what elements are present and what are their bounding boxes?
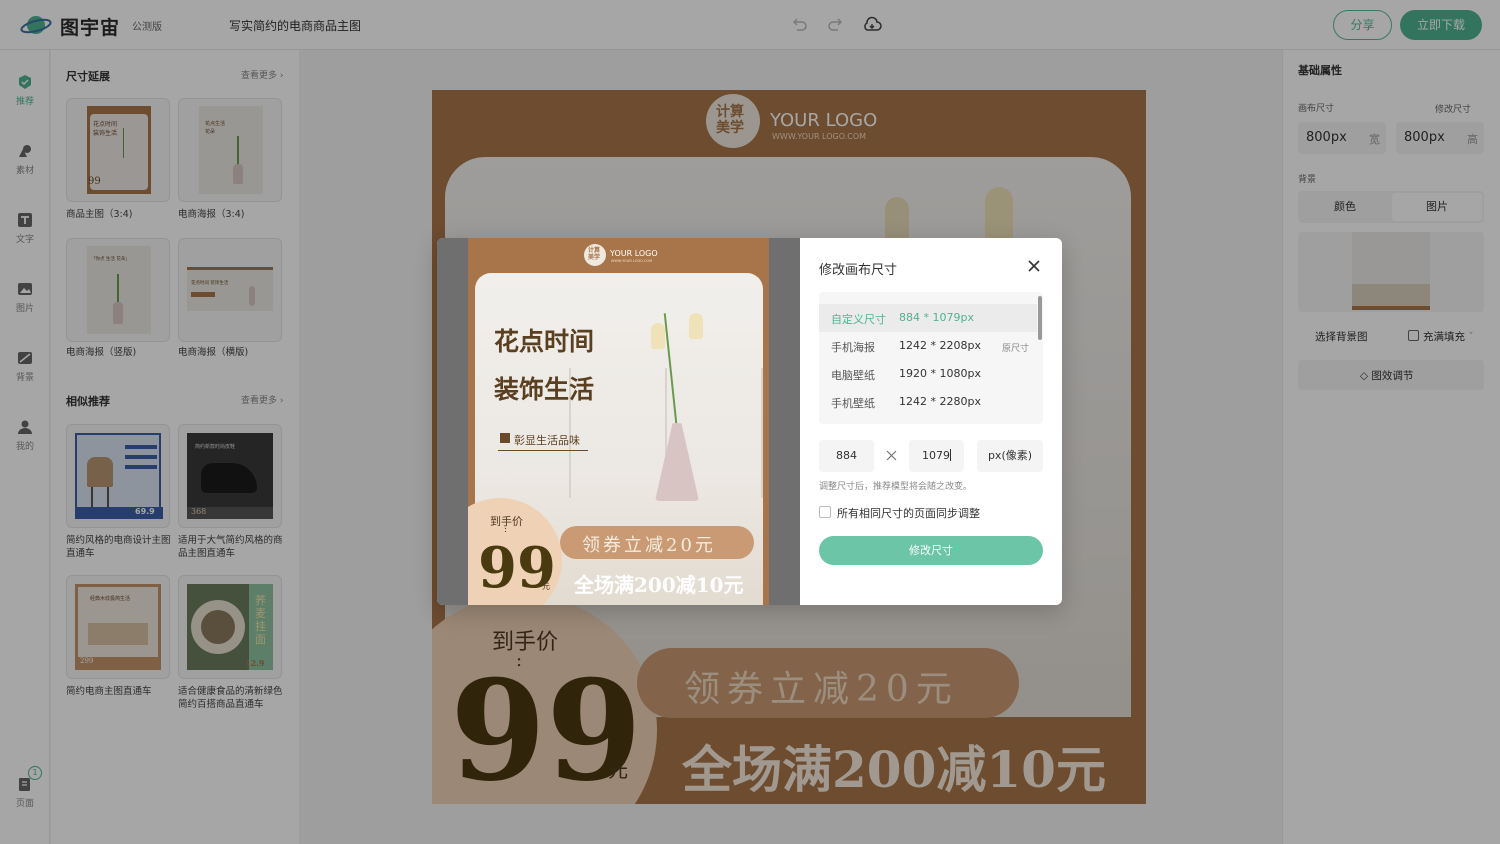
multiply-icon	[886, 450, 897, 461]
close-icon[interactable]	[1027, 259, 1041, 273]
tagline-underline	[498, 450, 588, 451]
size-option-name: 自定义尺寸	[831, 313, 886, 326]
preview-logo-badge: 计算 美学	[584, 244, 606, 266]
size-option-desktop-wallpaper[interactable]: 电脑壁纸 1920 * 1080px	[819, 360, 1037, 388]
resize-preview: 计算 美学 YOUR LOGO WWW.YOUR LOGO.COM 花点时间 装…	[468, 238, 769, 605]
size-option-name: 手机壁纸	[831, 397, 875, 410]
size-option-dims: 1242 * 2280px	[899, 395, 981, 408]
apply-resize-button[interactable]: 修改尺寸	[819, 536, 1043, 565]
preview-headline-2: 装饰生活	[494, 375, 595, 404]
sync-checkbox[interactable]	[819, 506, 831, 518]
size-option-dims: 1242 * 2208px	[899, 339, 981, 352]
size-option-dims: 1920 * 1080px	[899, 367, 981, 380]
preview-headline-1: 花点时间	[494, 327, 595, 356]
size-option-custom[interactable]: 自定义尺寸 884 * 1079px	[819, 304, 1037, 332]
preview-price-unit: 元	[542, 582, 550, 591]
width-input[interactable]: 884	[819, 440, 874, 472]
text-cursor	[950, 449, 951, 461]
gift-icon	[500, 433, 510, 443]
preview-coupon: 领券立减20元	[582, 535, 716, 556]
sync-checkbox-label[interactable]: 所有相同尺寸的页面同步调整	[837, 505, 980, 521]
original-size-tag: 原尺寸	[1002, 344, 1030, 354]
preview-logo-text: YOUR LOGO	[610, 249, 658, 258]
preview-logo-url: WWW.YOUR LOGO.COM	[611, 259, 653, 263]
size-option-name: 电脑壁纸	[831, 369, 875, 382]
size-option-dims: 884 * 1079px	[899, 311, 974, 324]
size-list-scrollbar[interactable]	[1037, 292, 1043, 424]
preset-size-list: 自定义尺寸 884 * 1079px 手机海报 1242 * 2208px 原尺…	[819, 292, 1043, 424]
unit-select[interactable]: px(像素)	[977, 440, 1043, 472]
resize-hint: 调整尺寸后，推荐模型将会随之改变。	[819, 482, 973, 492]
height-input[interactable]: 1079	[909, 440, 964, 472]
resize-canvas-dialog: 计算 美学 YOUR LOGO WWW.YOUR LOGO.COM 花点时间 装…	[437, 238, 1062, 605]
size-option-phone-wallpaper[interactable]: 手机壁纸 1242 * 2280px	[819, 388, 1037, 416]
height-input-value: 1079	[922, 449, 950, 462]
preview-promo: 全场满200减10元	[574, 573, 744, 597]
dialog-title: 修改画布尺寸	[819, 263, 898, 278]
preview-logo-circle-text: 计算 美学	[588, 247, 601, 261]
scrollbar-thumb[interactable]	[1038, 296, 1042, 340]
preview-tagline: 彰显生活品味	[514, 434, 580, 447]
size-option-phone-poster[interactable]: 手机海报 1242 * 2208px 原尺寸	[819, 332, 1037, 360]
size-option-name: 手机海报	[831, 341, 875, 354]
